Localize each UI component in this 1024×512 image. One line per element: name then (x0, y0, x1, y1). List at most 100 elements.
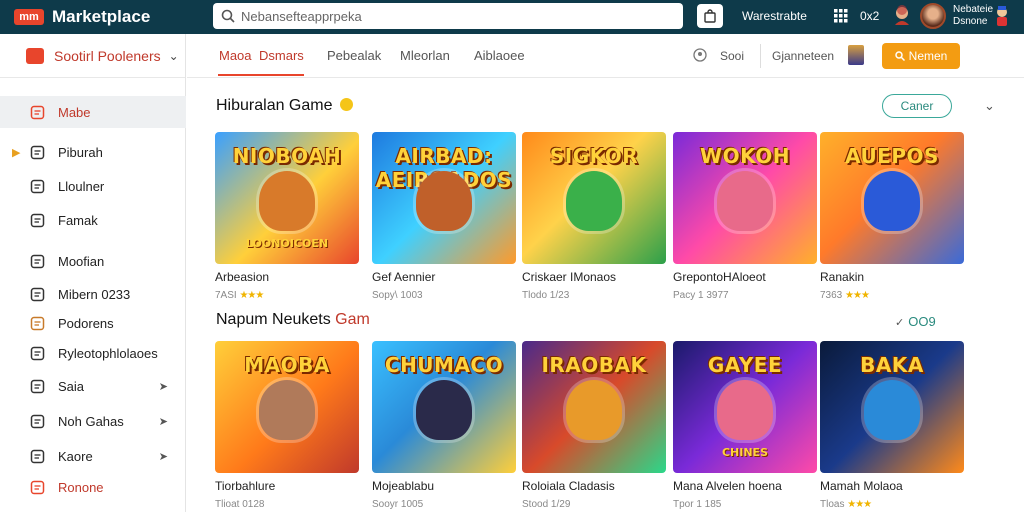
user-sub: Dsnone (953, 16, 988, 27)
sidebar-item-8[interactable]: Ryleotophlolaoes (0, 337, 186, 369)
sidebar-item-4[interactable]: Famak (0, 204, 186, 236)
sidebar-item-5[interactable]: Moofian (0, 245, 186, 277)
search-icon (894, 51, 905, 61)
search-box[interactable] (213, 3, 683, 29)
game-logo-text: MAOBA (244, 353, 330, 377)
sidebar-item-12[interactable]: Ronone (0, 471, 186, 503)
game-title[interactable]: Ranakin (820, 270, 964, 284)
sidebar-item-11[interactable]: Kaore ➤ (0, 440, 186, 472)
game-thumbnail[interactable]: IRAOBAK (522, 341, 666, 473)
game-meta-text: 7ASI (215, 290, 237, 301)
logo[interactable]: mm Marketplace (14, 7, 150, 27)
sidebar-item-1[interactable]: Mabe (0, 96, 186, 128)
sidebar-item-label: Moofian (58, 253, 105, 269)
game-character (259, 379, 315, 440)
cart-button[interactable] (697, 4, 723, 28)
game-card[interactable]: BAKA Mamah Molaoa Tloas ★★★ (820, 341, 964, 510)
game-thumbnail[interactable]: AIRBAD: AEIROADOS (372, 132, 516, 264)
sidebar-item-10[interactable]: Noh Gahas ➤ (0, 405, 186, 437)
mascot-icon[interactable] (992, 5, 1012, 27)
game-card[interactable]: AUEPOS Ranakin 7363 ★★★ (820, 132, 964, 301)
sidebar-item-6[interactable]: Mibern 0233 (0, 278, 186, 310)
game-meta: 7363 ★★★ (820, 290, 964, 301)
sidebar-item-7[interactable]: Podorens (0, 307, 186, 339)
genre-thumbnail[interactable] (848, 45, 864, 65)
sidebar-item-label: Lloulner (58, 178, 105, 194)
sidebar-item-label: Mibern 0233 (58, 286, 131, 302)
game-meta: 7ASI ★★★ (215, 290, 359, 301)
game-card[interactable]: MAOBA Tiorbahlure Tlioat 0128 (215, 341, 359, 510)
game-meta-text: Sopy\ 1003 (372, 290, 423, 301)
box-icon (28, 315, 46, 331)
game-thumbnail[interactable]: SIGKOR (522, 132, 666, 264)
game-title[interactable]: GrepontoHAloeot (673, 270, 817, 284)
game-card[interactable]: GAYEE CHINES Mana Alvelen hoena Tpor 1 185 (673, 341, 817, 510)
game-title[interactable]: Criskaer IMonaos (522, 270, 666, 284)
section-1-filter-pill[interactable]: Caner (882, 94, 952, 118)
game-meta: Tloas ★★★ (820, 499, 964, 510)
search-input[interactable] (241, 8, 661, 24)
game-title[interactable]: Mana Alvelen hoena (673, 479, 817, 493)
game-title[interactable]: Mojeablabu (372, 479, 516, 493)
game-card[interactable]: IRAOBAK Roloiala Cladasis Stood 1/29 (522, 341, 666, 510)
notification-count[interactable]: 0x2 (860, 9, 879, 23)
tab-aiblaoee[interactable]: Aiblaoee (474, 48, 525, 63)
game-character (717, 170, 773, 231)
game-thumbnail[interactable]: AUEPOS (820, 132, 964, 264)
game-thumbnail[interactable]: CHUMACO (372, 341, 516, 473)
game-card[interactable]: CHUMACO Mojeablabu Sooyr 1005 (372, 341, 516, 510)
game-logo-text: BAKA (860, 353, 924, 377)
game-card[interactable]: AIRBAD: AEIROADOS Gef Aennier Sopy\ 1003 (372, 132, 516, 301)
game-meta-text: Pacy 1 3977 (673, 290, 729, 301)
game-meta-text: Tloas (820, 499, 845, 510)
game-logo-subtitle: LOONOICOEN (245, 237, 329, 250)
sidebar-item-label: Podorens (58, 315, 114, 331)
game-thumbnail[interactable]: MAOBA (215, 341, 359, 473)
emoji-icon (339, 98, 353, 111)
game-meta: Sooyr 1005 (372, 499, 516, 510)
tab-dsmars[interactable]: Dsmars (259, 48, 304, 63)
chevron-down-icon[interactable]: ⌄ (984, 98, 995, 114)
game-title[interactable]: Tiorbahlure (215, 479, 359, 493)
game-thumbnail[interactable]: NIOBOAH LOONOICOEN (215, 132, 359, 264)
sidebar-item-label: Kaore (58, 448, 93, 464)
tab-mleorlan[interactable]: Mleorlan (400, 48, 450, 63)
game-title[interactable]: Mamah Molaoa (820, 479, 964, 493)
apps-grid-icon[interactable] (834, 9, 848, 23)
user-info[interactable]: Nebateie Dsnone (953, 4, 993, 28)
sidebar-header[interactable]: Sootirl Pooleners ⌄ (0, 34, 185, 78)
section-title-2: Napum Neukets Gam (216, 311, 370, 329)
chevron-right-icon: ➤ (158, 380, 168, 393)
game-logo-text: GAYEE (707, 353, 783, 377)
tab-pebealak[interactable]: Pebealak (327, 48, 381, 63)
sidebar-item-3[interactable]: Lloulner (0, 170, 186, 202)
game-meta: Tlioat 0128 (215, 499, 359, 510)
game-card[interactable]: NIOBOAH LOONOICOEN Arbeasion 7ASI ★★★ (215, 132, 359, 301)
sidebar-item-label: Famak (58, 212, 98, 228)
sidebar-item-2[interactable]: Piburah ▶ (0, 136, 186, 168)
top-nav-label[interactable]: Warestrabte (742, 9, 807, 23)
primary-action-button[interactable]: Nemen (882, 43, 960, 69)
game-meta-text: Tlodo 1/23 (522, 290, 570, 301)
sidebar-item-label: Noh Gahas (58, 413, 124, 429)
character-icon[interactable] (892, 5, 912, 27)
game-meta: Pacy 1 3977 (673, 290, 817, 301)
game-title[interactable]: Roloiala Cladasis (522, 479, 666, 493)
sidebar-item-label: Ronone (58, 479, 104, 495)
avatar[interactable] (920, 3, 946, 29)
sort-label[interactable]: Sooi (720, 49, 744, 63)
game-thumbnail[interactable]: WOKOH (673, 132, 817, 264)
game-card[interactable]: WOKOH GrepontoHAloeot Pacy 1 3977 (673, 132, 817, 301)
game-logo-text: NIOBOAH (232, 144, 342, 168)
sort-icon[interactable] (693, 48, 707, 62)
game-title[interactable]: Gef Aennier (372, 270, 516, 284)
game-meta: Tlodo 1/23 (522, 290, 666, 301)
section-2-counter[interactable]: ✓ OO9 (895, 314, 936, 329)
game-title[interactable]: Arbeasion (215, 270, 359, 284)
game-thumbnail[interactable]: BAKA (820, 341, 964, 473)
genre-filter[interactable]: Gjanneteen (772, 49, 834, 63)
game-thumbnail[interactable]: GAYEE CHINES (673, 341, 817, 473)
tab-maoa[interactable]: Maoa (219, 48, 252, 63)
sidebar-item-9[interactable]: Saia ➤ (0, 370, 186, 402)
game-card[interactable]: SIGKOR Criskaer IMonaos Tlodo 1/23 (522, 132, 666, 301)
